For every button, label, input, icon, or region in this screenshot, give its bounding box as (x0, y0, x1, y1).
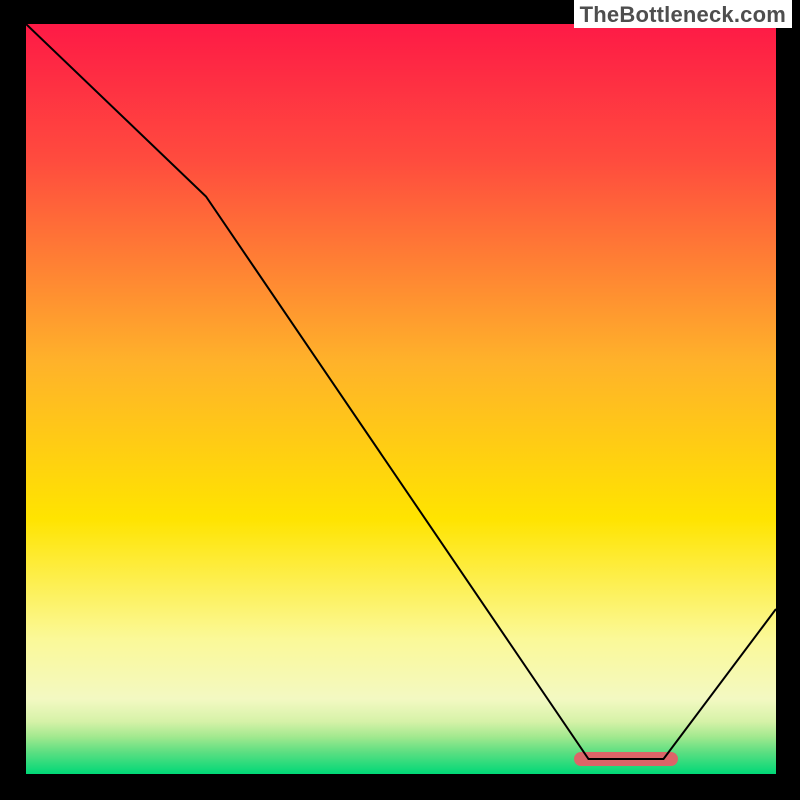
gradient-background (26, 24, 776, 774)
chart-stage: TheBottleneck.com (0, 0, 800, 800)
plot-area (26, 24, 776, 774)
plot-svg (26, 24, 776, 774)
attribution-text: TheBottleneck.com (574, 0, 792, 28)
